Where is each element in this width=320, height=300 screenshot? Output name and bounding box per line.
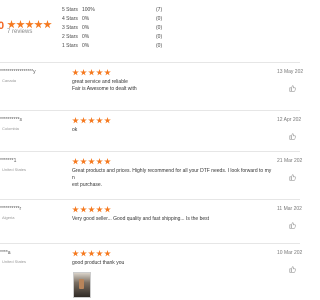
star-icon bbox=[96, 250, 103, 257]
review-count: 7 reviews bbox=[7, 29, 33, 35]
review-text: ok bbox=[72, 127, 78, 133]
distribution-count: (0) bbox=[156, 25, 163, 31]
distribution-percent: 0% bbox=[82, 25, 90, 31]
distribution-label: 5 Stars bbox=[62, 7, 78, 13]
star-icon bbox=[16, 20, 25, 29]
review-date: 10 Mar 202 bbox=[277, 250, 303, 256]
star-icon bbox=[80, 158, 87, 165]
star-icon bbox=[72, 206, 79, 213]
divider bbox=[0, 62, 300, 63]
reviewer-country: Canada bbox=[2, 78, 17, 83]
star-icon bbox=[96, 69, 103, 76]
review-stars bbox=[72, 158, 112, 166]
distribution-row-4[interactable]: 4 Stars 0% (0) bbox=[62, 16, 172, 24]
star-icon bbox=[88, 250, 95, 257]
star-icon bbox=[43, 20, 52, 29]
star-icon bbox=[80, 206, 87, 213]
distribution-label: 3 Stars bbox=[62, 25, 78, 31]
average-score: 0 bbox=[0, 20, 5, 32]
star-icon bbox=[80, 250, 87, 257]
review-stars bbox=[72, 69, 112, 77]
star-icon bbox=[72, 158, 79, 165]
reviewer-name: **********s bbox=[0, 117, 22, 123]
distribution-label: 1 Stars bbox=[62, 43, 78, 49]
reviewer-name: **********r bbox=[0, 206, 22, 212]
thumbs-up-icon[interactable] bbox=[289, 266, 296, 273]
divider bbox=[0, 110, 300, 111]
distribution-percent: 0% bbox=[82, 16, 90, 22]
star-icon bbox=[96, 158, 103, 165]
review-item: ****a United States good product thank y… bbox=[0, 250, 303, 300]
thumbs-up-icon[interactable] bbox=[289, 222, 296, 229]
review-text: good product thank you bbox=[72, 260, 125, 266]
review-item: **********r Algeria Very good seller... … bbox=[0, 206, 302, 241]
divider bbox=[0, 199, 300, 200]
distribution-count: (0) bbox=[156, 16, 163, 22]
distribution-percent: 100% bbox=[82, 7, 95, 13]
star-icon bbox=[88, 69, 95, 76]
star-icon bbox=[96, 206, 103, 213]
distribution-percent: 0% bbox=[82, 43, 90, 49]
reviewer-country: Algeria bbox=[2, 215, 15, 220]
star-icon bbox=[88, 158, 95, 165]
star-icon bbox=[104, 158, 111, 165]
star-icon bbox=[104, 117, 111, 124]
divider bbox=[0, 243, 300, 244]
review-item: *******1 United States Great products an… bbox=[0, 158, 303, 198]
rating-summary: 0 7 reviews 5 Stars 100% (7) 4 Stars 0% … bbox=[0, 0, 300, 58]
distribution-count: (7) bbox=[156, 7, 163, 13]
review-date: 11 Mar 202 bbox=[277, 206, 302, 212]
distribution-count: (0) bbox=[156, 43, 163, 49]
distribution-row-2[interactable]: 2 Stars 0% (0) bbox=[62, 34, 172, 42]
review-stars bbox=[72, 117, 112, 125]
reviewer-country: United States bbox=[2, 259, 27, 264]
star-icon bbox=[7, 20, 16, 29]
star-icon bbox=[80, 117, 87, 124]
distribution-label: 2 Stars bbox=[62, 34, 78, 40]
star-icon bbox=[88, 117, 95, 124]
distribution-row-1[interactable]: 1 Stars 0% (0) bbox=[62, 43, 172, 51]
star-icon bbox=[72, 69, 79, 76]
review-stars bbox=[72, 206, 112, 214]
review-stars bbox=[72, 250, 112, 258]
reviewer-name: *******1 bbox=[0, 158, 17, 164]
star-icon bbox=[25, 20, 34, 29]
star-icon bbox=[34, 20, 43, 29]
star-icon bbox=[72, 250, 79, 257]
star-icon bbox=[80, 69, 87, 76]
reviewer-name: *****************y bbox=[0, 69, 36, 75]
review-text: great service and reliable Fair is Aweso… bbox=[72, 79, 137, 92]
star-icon bbox=[72, 117, 79, 124]
review-item: *****************y Canada great service … bbox=[0, 69, 304, 109]
distribution-label: 4 Stars bbox=[62, 16, 78, 22]
reviewer-country: Colombia bbox=[2, 126, 19, 131]
distribution-row-3[interactable]: 3 Stars 0% (0) bbox=[62, 25, 172, 33]
star-icon bbox=[104, 69, 111, 76]
distribution-row-5[interactable]: 5 Stars 100% (7) bbox=[62, 7, 172, 15]
review-item: **********s Colombia ok 12 Apr 202 bbox=[0, 117, 302, 149]
star-icon bbox=[104, 206, 111, 213]
star-icon bbox=[96, 117, 103, 124]
reviewer-country: United States bbox=[2, 167, 27, 172]
distribution-percent: 0% bbox=[82, 34, 90, 40]
thumbs-up-icon[interactable] bbox=[289, 174, 296, 181]
divider bbox=[0, 151, 300, 152]
review-text: Very good seller... Good quality and fas… bbox=[72, 216, 210, 222]
review-text: Great products and prices. Highly recomm… bbox=[72, 168, 272, 188]
review-photo-thumbnail[interactable] bbox=[73, 272, 91, 298]
thumbs-up-icon[interactable] bbox=[289, 85, 296, 92]
distribution-count: (0) bbox=[156, 34, 163, 40]
star-icon bbox=[88, 206, 95, 213]
star-icon bbox=[104, 250, 111, 257]
reviewer-name: ****a bbox=[0, 250, 11, 256]
review-date: 13 May 202 bbox=[277, 69, 304, 75]
thumbs-up-icon[interactable] bbox=[289, 133, 296, 140]
review-date: 12 Apr 202 bbox=[277, 117, 302, 123]
review-date: 21 Mar 202 bbox=[277, 158, 303, 164]
